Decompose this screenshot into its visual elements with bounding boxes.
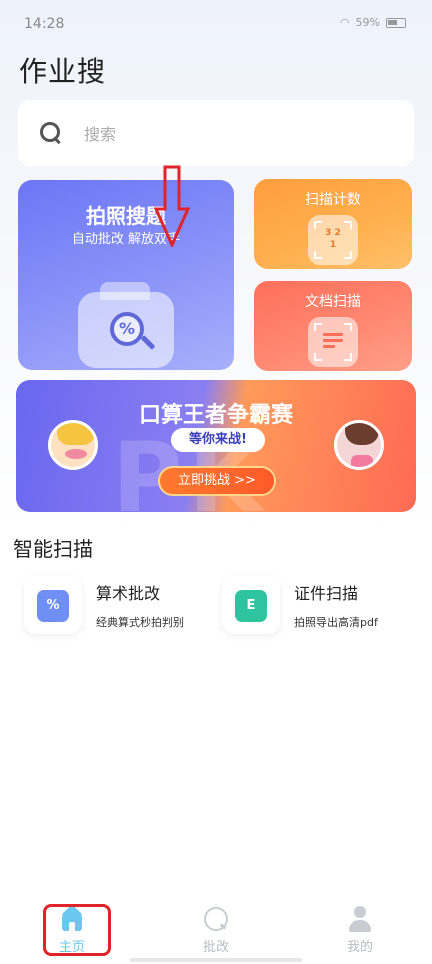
photo-search-subtitle: 自动批改 解放双手 bbox=[71, 232, 181, 247]
contest-banner[interactable]: PK 口算王者争霸赛 等你来战! 立即挑战 >> bbox=[16, 380, 416, 512]
annotation-highlight-box bbox=[43, 904, 111, 956]
tool-arithmetic-check[interactable]: % 算术批改 经典算式秒拍判别 bbox=[24, 576, 214, 636]
tool-desc: 拍照导出高清pdf bbox=[294, 616, 378, 629]
photo-search-card[interactable]: 拍照搜题 自动批改 解放双手 % bbox=[18, 180, 234, 370]
page-title: 作业搜 bbox=[19, 55, 107, 88]
scan-count-card[interactable]: 扫描计数 3 2 1 bbox=[254, 179, 412, 269]
search-icon bbox=[40, 122, 62, 144]
tool-name: 算术批改 bbox=[96, 584, 161, 603]
gesture-home-bar[interactable] bbox=[130, 958, 302, 962]
wifi-icon: ◠ bbox=[339, 16, 350, 29]
banner-title: 口算王者争霸赛 bbox=[138, 403, 293, 428]
id-scan-icon: E bbox=[222, 576, 280, 634]
arithmetic-check-icon: % bbox=[24, 576, 82, 634]
banner-subtitle: 等你来战! bbox=[171, 428, 265, 452]
battery-percent: 59% bbox=[355, 16, 380, 29]
challenge-button[interactable]: 立即挑战 >> bbox=[158, 466, 276, 496]
scan-count-glyph: 3 2 1 bbox=[325, 228, 341, 250]
person-icon bbox=[347, 906, 373, 932]
tool-id-scan[interactable]: E 证件扫描 拍照导出高清pdf bbox=[222, 576, 412, 636]
magnifier-icon: % bbox=[110, 312, 144, 346]
document-scan-label: 文档扫描 bbox=[305, 294, 361, 310]
battery-icon bbox=[386, 17, 406, 28]
status-bar: 14:28 ◠ 59% bbox=[0, 0, 432, 40]
tab-label-correct: 批改 bbox=[202, 940, 229, 955]
status-time: 14:28 bbox=[24, 16, 65, 32]
tab-label-mine: 我的 bbox=[346, 940, 373, 955]
search-placeholder: 搜索 bbox=[84, 125, 117, 144]
tab-mine[interactable]: 我的 bbox=[320, 900, 400, 960]
scan-count-icon: 3 2 1 bbox=[308, 215, 358, 265]
tab-correct[interactable]: 批改 bbox=[176, 900, 256, 960]
tool-name: 证件扫描 bbox=[294, 584, 359, 603]
search-input[interactable]: 搜索 bbox=[18, 100, 414, 166]
tool-desc: 经典算式秒拍判别 bbox=[96, 616, 184, 629]
annotation-arrow-icon bbox=[154, 165, 190, 247]
photo-search-title: 拍照搜题 bbox=[86, 204, 166, 228]
section-title-smart-scan: 智能扫描 bbox=[13, 537, 93, 561]
status-indicators: ◠ 59% bbox=[340, 16, 406, 29]
search-circle-icon bbox=[203, 906, 229, 932]
document-scan-icon bbox=[308, 317, 358, 367]
scan-count-label: 扫描计数 bbox=[305, 192, 361, 208]
document-scan-card[interactable]: 文档扫描 bbox=[254, 281, 412, 371]
